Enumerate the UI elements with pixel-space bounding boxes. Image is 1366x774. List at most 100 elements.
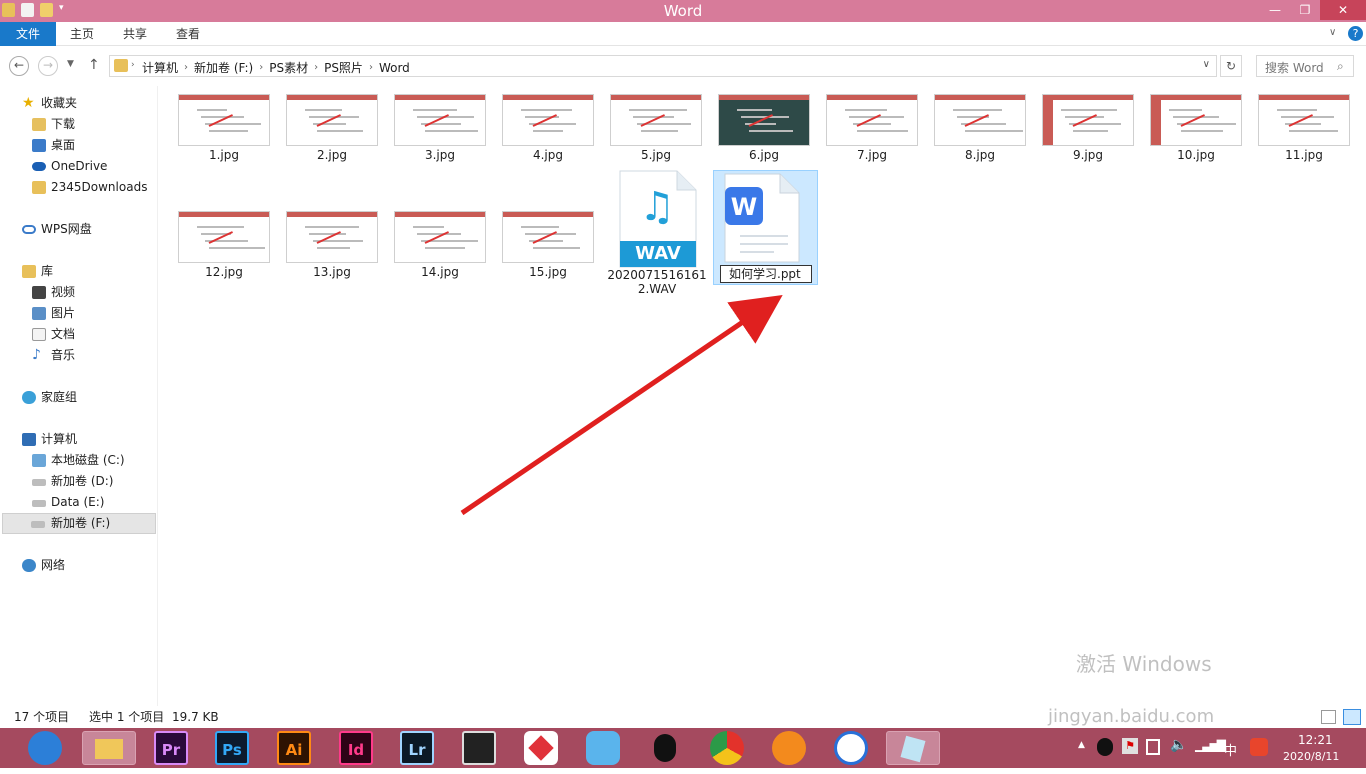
file-item-image[interactable]: 11.jpg — [1258, 94, 1350, 164]
image-thumbnail — [178, 211, 270, 263]
maximize-button[interactable]: ❐ — [1290, 0, 1320, 20]
chevron-right-icon: › — [368, 62, 373, 73]
file-item-image[interactable]: 14.jpg — [394, 211, 486, 281]
drive-icon — [31, 521, 45, 528]
illustrator-icon[interactable]: Ai — [277, 731, 311, 765]
sidebar-item-documents[interactable]: 文档 — [0, 324, 156, 345]
file-item-image[interactable]: 2.jpg — [286, 94, 378, 164]
details-view-icon[interactable] — [1321, 710, 1336, 724]
file-item-image[interactable]: 6.jpg — [718, 94, 810, 164]
file-name: 2020071516161 — [607, 268, 707, 282]
sidebar-item-label: 新加卷 (D:) — [51, 474, 114, 488]
video-editor-icon[interactable] — [462, 731, 496, 765]
breadcrumb-item[interactable]: Word — [379, 61, 410, 75]
sidebar-item-network[interactable]: 网络 — [0, 555, 156, 576]
homegroup-icon — [22, 391, 36, 404]
sidebar-item-music[interactable]: ♪ 音乐 — [0, 345, 156, 366]
file-item-image[interactable]: 7.jpg — [826, 94, 918, 164]
file-name: 6.jpg — [748, 148, 780, 162]
expand-ribbon-icon[interactable]: ∨ — [1329, 27, 1336, 38]
file-item-image[interactable]: 15.jpg — [502, 211, 594, 281]
tab-share[interactable]: 共享 — [123, 22, 147, 46]
breadcrumb-item[interactable]: PS素材 — [269, 59, 308, 76]
qq-tray-icon[interactable] — [1097, 738, 1113, 756]
breadcrumb-item[interactable]: PS照片 — [324, 59, 363, 76]
battery-icon[interactable] — [1146, 739, 1160, 755]
forward-button[interactable]: → — [38, 56, 58, 76]
file-item-image[interactable]: 8.jpg — [934, 94, 1026, 164]
file-item-image[interactable]: 9.jpg — [1042, 94, 1134, 164]
rename-input[interactable]: 如何学习.ppt — [720, 265, 812, 283]
sidebar-item-desktop[interactable]: 桌面 — [0, 135, 156, 156]
lightroom-icon[interactable]: Lr — [400, 731, 434, 765]
signal-icon[interactable]: ▁▃▅▇ — [1195, 738, 1226, 752]
tab-file[interactable]: 文件 — [0, 22, 56, 46]
file-item-image[interactable]: 13.jpg — [286, 211, 378, 281]
help-icon[interactable]: ? — [1348, 26, 1363, 41]
sidebar-item-label: WPS网盘 — [41, 222, 92, 236]
sidebar-item-onedrive[interactable]: OneDrive — [0, 156, 156, 177]
sidebar-item-library[interactable]: 库 — [0, 261, 156, 282]
large-icons-view-icon[interactable] — [1343, 709, 1361, 725]
recent-locations-icon[interactable]: ▼ — [67, 59, 74, 69]
sidebar-item-drive-e[interactable]: Data (E:) — [0, 492, 156, 513]
sogou-ime-icon[interactable] — [1250, 738, 1268, 756]
breadcrumb-item[interactable]: 新加卷 (F:) — [194, 59, 253, 76]
action-center-icon[interactable]: ⚑ — [1122, 738, 1138, 754]
tab-home[interactable]: 主页 — [70, 22, 94, 46]
sidebar-item-wps[interactable]: WPS网盘 — [0, 219, 156, 240]
volume-icon[interactable]: 🔈 — [1170, 737, 1187, 753]
clock-time[interactable]: 12:21 — [1298, 733, 1333, 747]
sidebar-item-label: 2345Downloads — [51, 180, 148, 194]
sidebar-item-video[interactable]: 视频 — [0, 282, 156, 303]
title-bar: ▾ Word — ❐ ✕ — [0, 0, 1366, 22]
chevron-right-icon: › — [259, 62, 264, 73]
document-icon — [32, 328, 46, 341]
browser-icon[interactable] — [28, 731, 62, 765]
show-hidden-icons[interactable]: ▲ — [1078, 740, 1085, 750]
file-item-image[interactable]: 12.jpg — [178, 211, 270, 281]
back-button[interactable]: ← — [9, 56, 29, 76]
file-item-image[interactable]: 5.jpg — [610, 94, 702, 164]
chevron-down-icon[interactable]: ∨ — [1203, 59, 1210, 70]
ime-indicator[interactable]: 中 — [1224, 740, 1237, 759]
qq-icon[interactable] — [648, 731, 682, 765]
file-item-image[interactable]: 10.jpg — [1150, 94, 1242, 164]
breadcrumb-item[interactable]: 计算机 — [142, 59, 178, 76]
sidebar-item-favorites[interactable]: ★ 收藏夹 — [0, 93, 156, 114]
desktop-icon — [32, 139, 46, 152]
tab-view[interactable]: 查看 — [176, 22, 200, 46]
file-item-wav[interactable]: ♫ WAV 2020071516161 2.WAV — [607, 170, 707, 300]
sidebar-item-homegroup[interactable]: 家庭组 — [0, 387, 156, 408]
clock-date[interactable]: 2020/8/11 — [1283, 750, 1339, 763]
file-item-image[interactable]: 4.jpg — [502, 94, 594, 164]
sidebar-item-drive-c[interactable]: 本地磁盘 (C:) — [0, 450, 156, 471]
refresh-button[interactable]: ↻ — [1220, 55, 1242, 77]
sidebar-item-2345downloads[interactable]: 2345Downloads — [0, 177, 156, 198]
up-button[interactable]: ↑ — [88, 57, 100, 73]
sidebar-item-drive-d[interactable]: 新加卷 (D:) — [0, 471, 156, 492]
sidebar-item-label: 桌面 — [51, 138, 76, 152]
file-name: 8.jpg — [964, 148, 996, 162]
minimize-button[interactable]: — — [1260, 0, 1290, 20]
file-explorer-icon[interactable] — [82, 731, 136, 765]
close-button[interactable]: ✕ — [1320, 0, 1366, 20]
file-item-image[interactable]: 3.jpg — [394, 94, 486, 164]
image-viewer-icon[interactable] — [524, 731, 558, 765]
cat-app-icon[interactable] — [586, 731, 620, 765]
file-name: 13.jpg — [313, 265, 351, 279]
sidebar-item-label: 新加卷 (F:) — [51, 516, 111, 530]
file-item-image[interactable]: 1.jpg — [178, 94, 270, 164]
premiere-icon[interactable]: Pr — [154, 731, 188, 765]
chrome-icon[interactable] — [710, 731, 744, 765]
sidebar-item-computer[interactable]: 计算机 — [0, 429, 156, 450]
media-player-icon[interactable] — [772, 731, 806, 765]
sidebar-item-pictures[interactable]: 图片 — [0, 303, 156, 324]
address-field[interactable]: › 计算机 › 新加卷 (F:) › PS素材 › PS照片 › Word ∨ — [109, 55, 1217, 77]
photoshop-icon[interactable]: Ps — [215, 731, 249, 765]
notepad-icon[interactable] — [886, 731, 940, 765]
indesign-icon[interactable]: Id — [339, 731, 373, 765]
sidebar-item-downloads[interactable]: 下载 — [0, 114, 156, 135]
sidebar-item-drive-f[interactable]: 新加卷 (F:) — [2, 513, 156, 534]
sogou-app-icon[interactable] — [834, 731, 868, 765]
